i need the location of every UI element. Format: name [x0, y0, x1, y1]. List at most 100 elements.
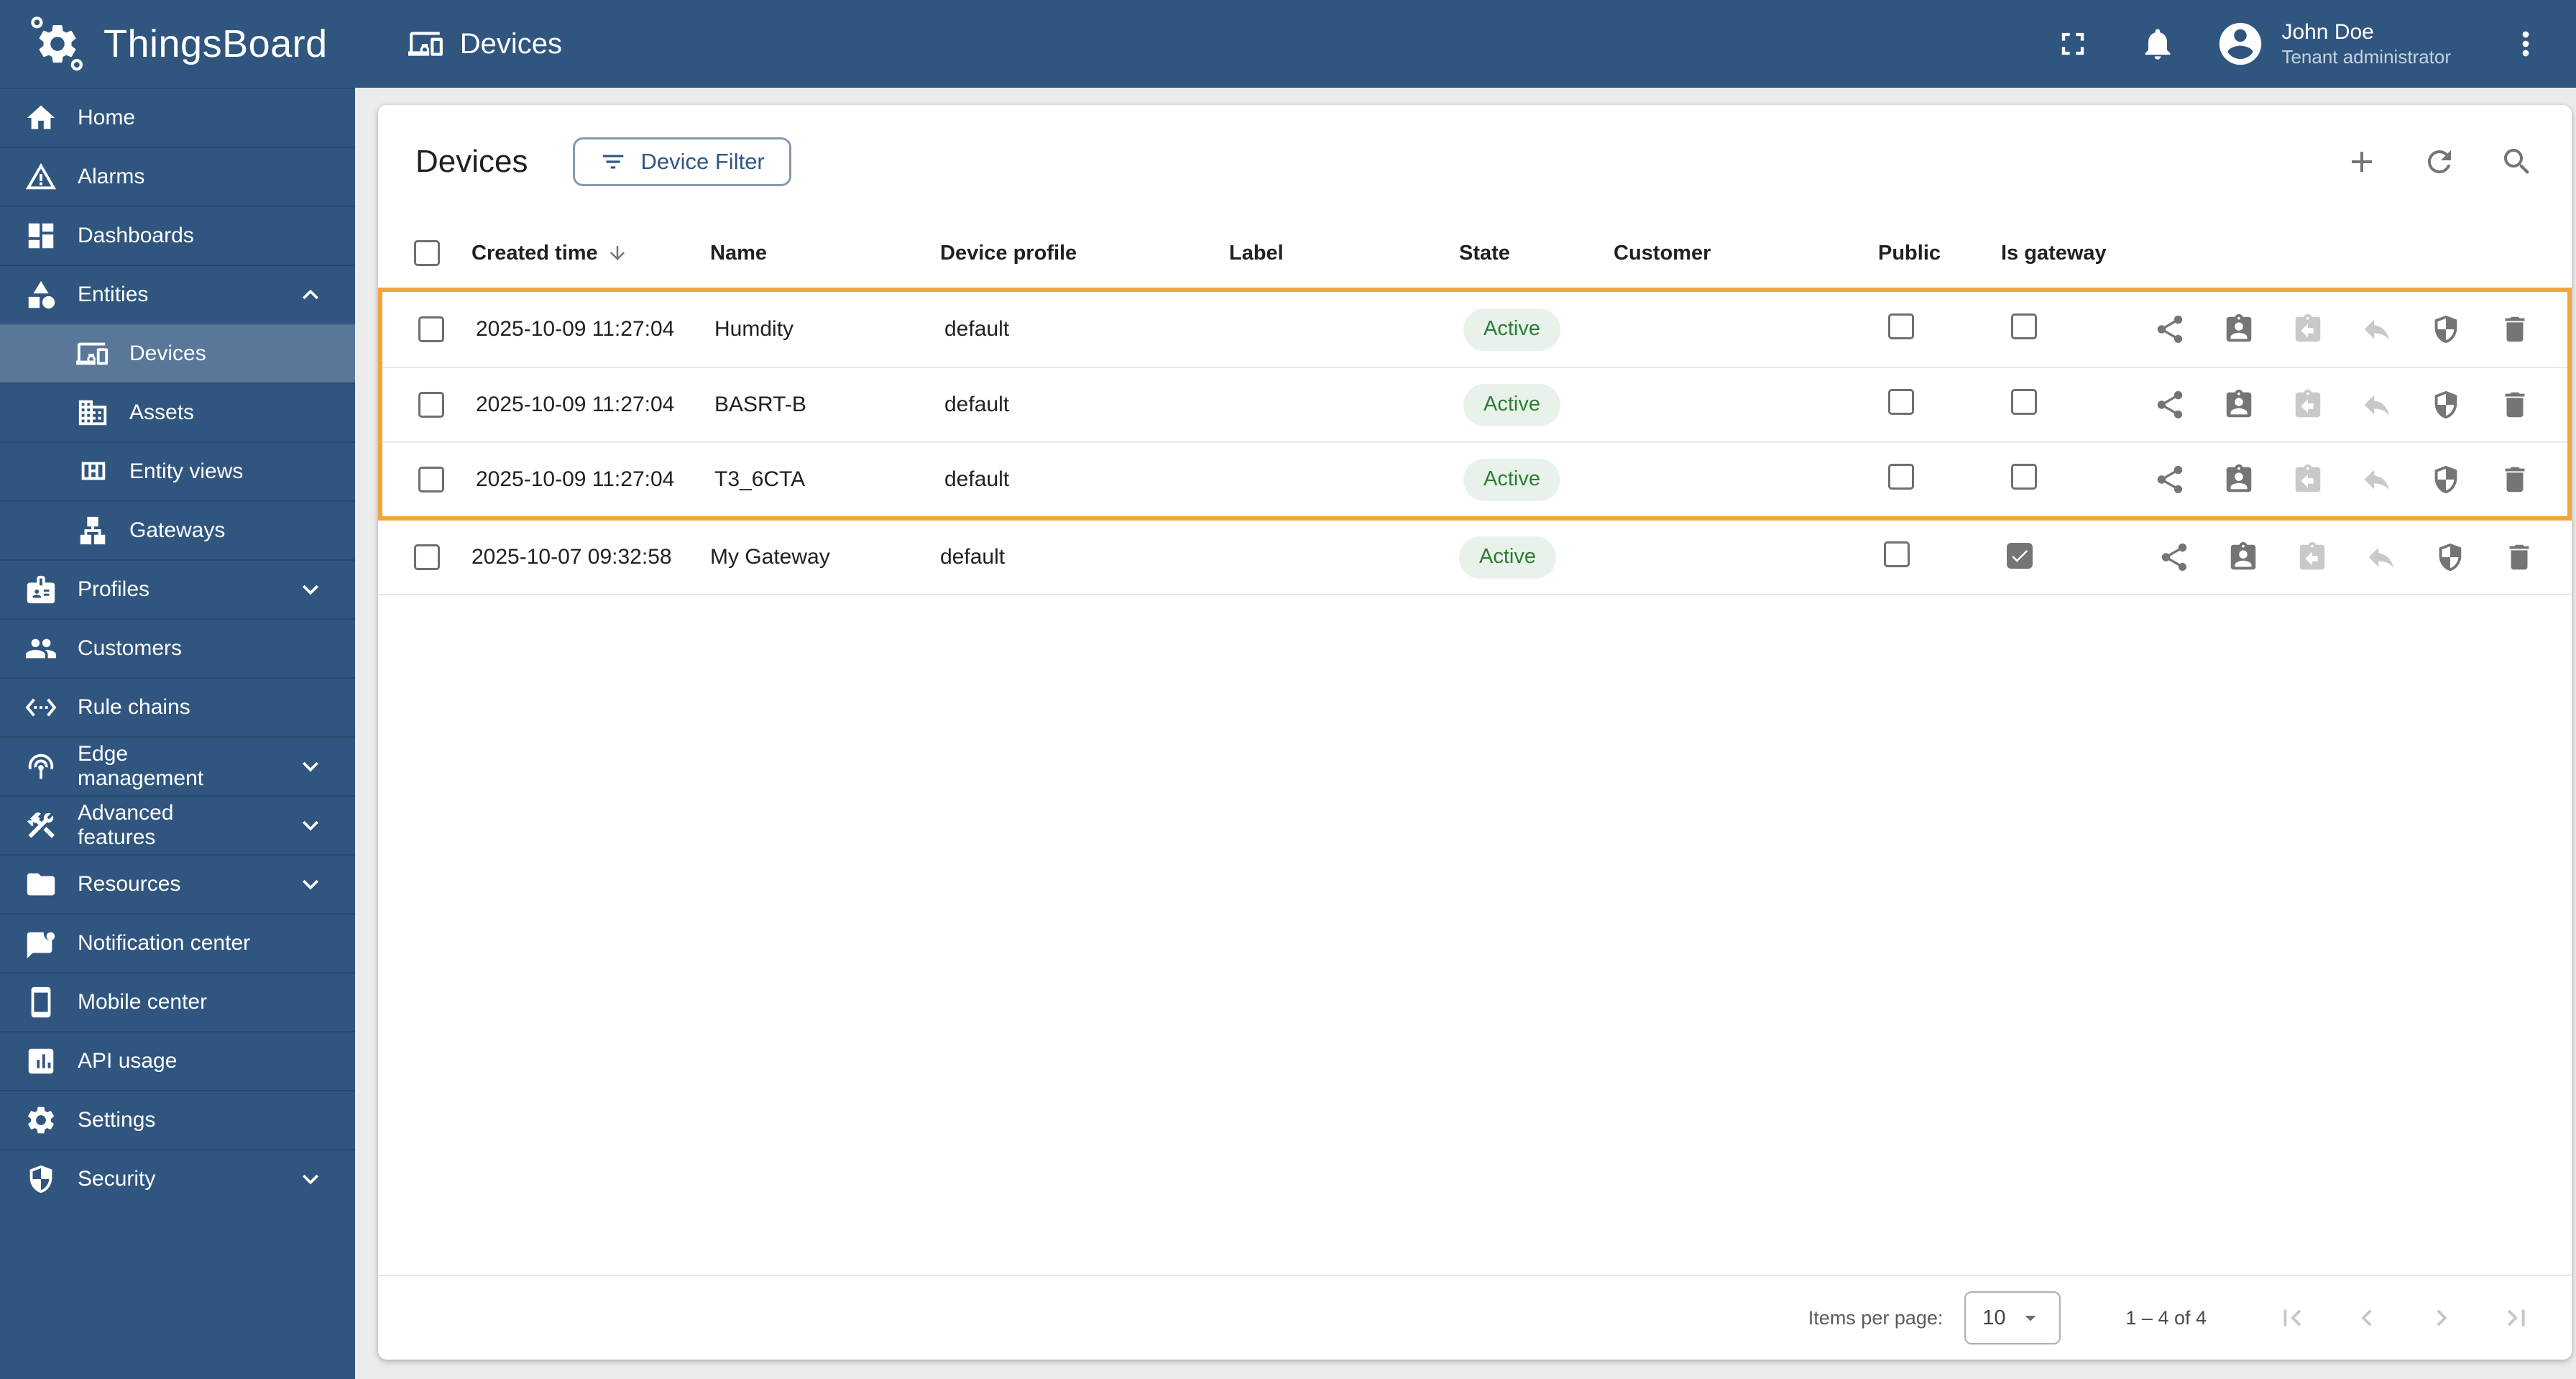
paginator-range: 1 – 4 of 4: [2125, 1306, 2207, 1329]
cell-created-text: 2025-10-07 09:32:58: [472, 545, 672, 569]
row-checkbox[interactable]: [418, 392, 444, 418]
items-per-page-select[interactable]: 10: [1964, 1291, 2061, 1344]
column-header-customer[interactable]: Customer: [1614, 242, 1878, 265]
make-public-button[interactable]: [2153, 388, 2186, 421]
sidebar-item-security[interactable]: Security: [0, 1149, 355, 1208]
sidebar-item-assets[interactable]: Assets: [0, 382, 355, 441]
delete-button[interactable]: [2498, 463, 2531, 496]
brand-name: ThingsBoard: [104, 22, 328, 65]
sidebar-item-alarms[interactable]: Alarms: [0, 147, 355, 206]
customers-icon: [24, 632, 58, 665]
sidebar-item-settings[interactable]: Settings: [0, 1090, 355, 1149]
public-checkbox: [1888, 313, 1914, 339]
delete-button[interactable]: [2498, 388, 2531, 421]
topbar: ThingsBoard Devices John Doe Tenant admi…: [0, 0, 2576, 88]
make-public-button[interactable]: [2153, 313, 2186, 346]
delete-button[interactable]: [2503, 541, 2536, 574]
cell-name-text: Humdity: [714, 317, 794, 341]
row-checkbox[interactable]: [418, 316, 444, 342]
sidebar-item-label: Assets: [129, 400, 195, 424]
sidebar-item-entity-views[interactable]: Entity views: [0, 441, 355, 500]
table-row[interactable]: 2025-10-09 11:27:04 Humdity default Active: [382, 292, 2567, 367]
assign-to-customer-button[interactable]: [2227, 541, 2260, 574]
sidebar-item-label: Alarms: [78, 165, 145, 188]
refresh-button[interactable]: [2422, 145, 2457, 179]
column-header-name[interactable]: Name: [710, 242, 940, 265]
cell-profile: default: [940, 545, 1229, 569]
sidebar-item-label: Gateways: [129, 518, 226, 542]
sidebar-item-rule-chains[interactable]: Rule chains: [0, 677, 355, 736]
dashboards-icon: [24, 219, 58, 252]
avatar[interactable]: [2215, 19, 2266, 69]
delete-button[interactable]: [2498, 313, 2531, 346]
manage-credentials-button[interactable]: [2429, 388, 2462, 421]
sidebar-item-edge-management[interactable]: Edge management: [0, 736, 355, 795]
sidebar-item-gateways[interactable]: Gateways: [0, 500, 355, 559]
device-filter-button[interactable]: Device Filter: [572, 137, 791, 186]
sidebar-item-dashboards[interactable]: Dashboards: [0, 206, 355, 265]
cell-name: My Gateway: [710, 545, 940, 569]
cell-created: 2025-10-09 11:27:04: [476, 393, 714, 417]
make-public-button[interactable]: [2153, 463, 2186, 496]
sort-desc-icon: [607, 242, 628, 264]
sidebar-item-api-usage[interactable]: API usage: [0, 1031, 355, 1090]
make-public-button[interactable]: [2158, 541, 2191, 574]
fullscreen-icon[interactable]: [2054, 25, 2092, 63]
column-header-state[interactable]: State: [1459, 242, 1614, 265]
is-gateway-checkbox: [2007, 542, 2033, 569]
devices-icon: [408, 26, 444, 62]
cell-created: 2025-10-07 09:32:58: [472, 545, 710, 569]
column-header-is-gateway[interactable]: Is gateway: [2001, 242, 2149, 265]
notification-center-icon: [24, 927, 58, 960]
sidebar-item-customers[interactable]: Customers: [0, 618, 355, 677]
status-badge: Active: [1463, 458, 1560, 501]
column-header-created-time[interactable]: Created time: [472, 242, 710, 265]
select-all-checkbox[interactable]: [414, 240, 440, 266]
status-badge: Active: [1459, 536, 1556, 579]
sidebar-item-label: Devices: [129, 342, 206, 365]
more-vert-icon[interactable]: [2507, 25, 2544, 63]
column-header-public[interactable]: Public: [1878, 242, 2001, 265]
table-empty-area: [378, 595, 2572, 1275]
sidebar-item-home[interactable]: Home: [0, 88, 355, 147]
cell-name: BASRT-B: [714, 393, 944, 417]
assign-to-customer-button[interactable]: [2222, 313, 2255, 346]
manage-credentials-button[interactable]: [2429, 463, 2462, 496]
brand-logo[interactable]: ThingsBoard: [29, 15, 328, 73]
add-device-button[interactable]: [2345, 145, 2379, 179]
cell-created-text: 2025-10-09 11:27:04: [476, 317, 675, 341]
sidebar: Home Alarms Dashboards Entities Devices Asset…: [0, 88, 355, 1379]
column-header-label: Created time: [472, 241, 598, 265]
dropdown-arrow-icon: [2018, 1305, 2043, 1331]
table-row[interactable]: 2025-10-07 09:32:58 My Gateway default Acti…: [378, 521, 2572, 595]
thingsboard-logo-icon: [29, 15, 86, 73]
search-button[interactable]: [2500, 145, 2534, 179]
notifications-icon[interactable]: [2139, 25, 2176, 63]
sidebar-item-profiles[interactable]: Profiles: [0, 559, 355, 618]
sidebar-item-mobile-center[interactable]: Mobile center: [0, 972, 355, 1031]
user-info[interactable]: John Doe Tenant administrator: [2281, 19, 2451, 68]
assign-to-customer-button[interactable]: [2222, 463, 2255, 496]
row-checkbox[interactable]: [414, 544, 440, 570]
table-body: 2025-10-09 11:27:04 Humdity default Active 2…: [378, 288, 2572, 595]
sidebar-item-entities[interactable]: Entities: [0, 265, 355, 324]
column-header-device-profile[interactable]: Device profile: [940, 242, 1229, 265]
table-row[interactable]: 2025-10-09 11:27:04 BASRT-B default Active: [382, 367, 2567, 441]
public-checkbox: [1884, 541, 1910, 567]
assign-to-customer-button[interactable]: [2222, 388, 2255, 421]
sidebar-item-devices[interactable]: Devices: [0, 324, 355, 382]
chevron-down-icon: [295, 1163, 326, 1195]
sidebar-item-label: Customers: [78, 636, 183, 660]
table-row[interactable]: 2025-10-09 11:27:04 T3_6CTA default Active: [382, 441, 2567, 516]
cell-name-text: T3_6CTA: [714, 467, 806, 491]
sidebar-item-label: Profiles: [78, 577, 150, 601]
sidebar-item-notification-center[interactable]: Notification center: [0, 913, 355, 972]
items-per-page-label: Items per page:: [1808, 1306, 1944, 1329]
column-header-label[interactable]: Label: [1229, 242, 1459, 265]
row-checkbox[interactable]: [418, 467, 444, 492]
manage-credentials-button[interactable]: [2429, 313, 2462, 346]
sidebar-item-advanced-features[interactable]: Advanced features: [0, 795, 355, 854]
manage-credentials-button[interactable]: [2434, 541, 2467, 574]
sidebar-item-label: Home: [78, 106, 136, 129]
sidebar-item-resources[interactable]: Resources: [0, 854, 355, 913]
